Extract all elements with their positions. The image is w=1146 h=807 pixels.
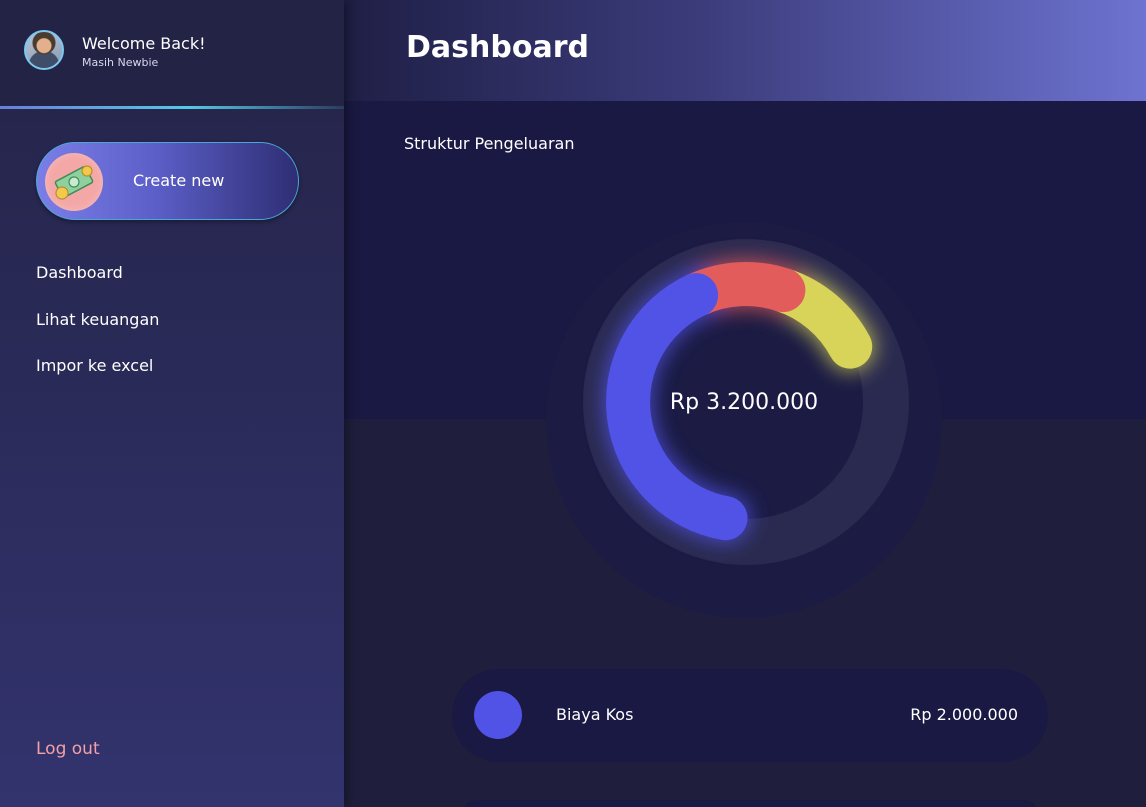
sidebar-item-dashboard[interactable]: Dashboard xyxy=(36,263,123,282)
money-icon xyxy=(45,153,103,211)
legend-color-dot xyxy=(474,691,522,739)
sidebar-item-lihat-keuangan[interactable]: Lihat keuangan xyxy=(36,310,159,329)
section-title: Struktur Pengeluaran xyxy=(404,134,575,153)
username: Masih Newbie xyxy=(82,56,159,69)
legend-name: Biaya Kos xyxy=(556,705,634,724)
logout-button[interactable]: Log out xyxy=(36,739,100,759)
sidebar-item-impor-excel[interactable]: Impor ke excel xyxy=(36,356,153,375)
main-content: Dashboard Struktur Pengeluaran Rp 3.200.… xyxy=(344,0,1146,807)
divider xyxy=(0,106,344,109)
legend-item[interactable]: Biaya Kos Rp 2.000.000 xyxy=(452,669,1048,762)
page-title: Dashboard xyxy=(406,30,589,65)
legend-item-next[interactable] xyxy=(464,800,1036,807)
app-window: Welcome Back! Masih Newbie Create new Da… xyxy=(0,0,1146,807)
profile-section: Welcome Back! Masih Newbie xyxy=(0,0,344,109)
create-new-label: Create new xyxy=(133,171,225,190)
avatar[interactable] xyxy=(24,30,64,70)
legend-value: Rp 2.000.000 xyxy=(910,705,1018,724)
create-new-button[interactable]: Create new xyxy=(36,142,299,220)
sidebar: Welcome Back! Masih Newbie Create new Da… xyxy=(0,0,344,807)
welcome-text: Welcome Back! xyxy=(82,34,206,53)
header: Dashboard xyxy=(344,0,1146,101)
